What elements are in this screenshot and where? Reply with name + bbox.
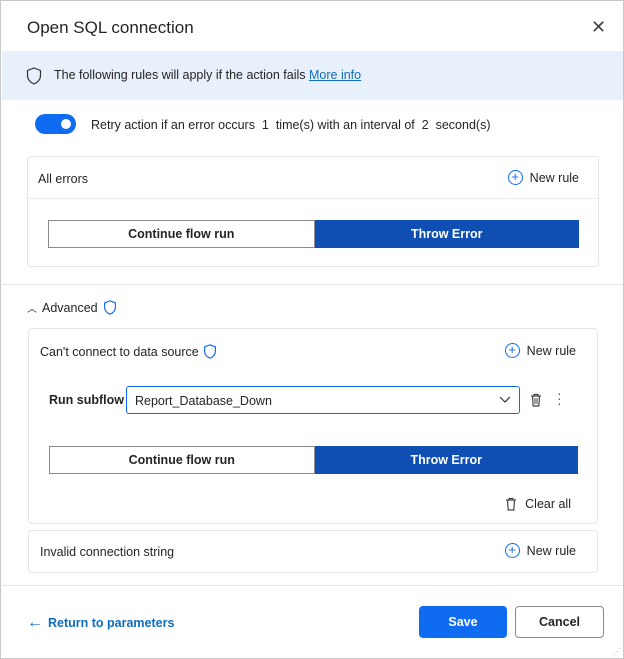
shield-icon: [203, 344, 216, 359]
return-link-label: Return to parameters: [48, 616, 175, 630]
run-subflow-label: Run subflow: [49, 393, 124, 407]
shield-icon: [103, 300, 116, 315]
error-mode-segment: Continue flow run Throw Error: [49, 446, 578, 474]
subflow-dropdown[interactable]: Report_Database_Down: [126, 386, 520, 414]
new-rule-button[interactable]: + New rule: [504, 343, 576, 358]
save-button[interactable]: Save: [419, 606, 507, 638]
info-banner: The following rules will apply if the ac…: [2, 51, 623, 100]
subflow-value: Report_Database_Down: [135, 394, 272, 408]
throw-error-option[interactable]: Throw Error: [314, 446, 578, 474]
shield-icon: [26, 67, 42, 85]
new-rule-button[interactable]: + New rule: [504, 543, 576, 558]
retry-text: Retry action if an error occurs 1 time(s…: [91, 118, 491, 132]
throw-error-option[interactable]: Throw Error: [314, 220, 579, 248]
advanced-toggle[interactable]: ︿ Advanced: [27, 300, 117, 315]
invalid-connection-title: Invalid connection string: [40, 545, 175, 559]
new-rule-label: New rule: [526, 543, 576, 558]
dialog: Open SQL connection ✕ The following rule…: [0, 0, 624, 659]
clear-all-button[interactable]: Clear all: [505, 497, 571, 511]
chevron-down-icon: [499, 396, 511, 403]
cant-connect-card: Can't connect to data source + New rule R…: [28, 328, 598, 524]
retry-middle: time(s) with an interval of: [275, 118, 415, 132]
return-to-parameters-link[interactable]: ← Return to parameters: [27, 614, 174, 632]
dialog-title: Open SQL connection: [27, 18, 194, 37]
retry-prefix: Retry action if an error occurs: [91, 118, 255, 132]
new-rule-button[interactable]: + New rule: [507, 170, 579, 185]
banner-text: The following rules will apply if the ac…: [54, 68, 306, 82]
arrow-left-icon: ←: [27, 614, 43, 631]
retry-times[interactable]: 1: [262, 118, 269, 132]
retry-interval[interactable]: 2: [422, 118, 429, 132]
new-rule-label: New rule: [526, 343, 576, 358]
delete-icon: [506, 497, 517, 511]
cancel-button[interactable]: Cancel: [515, 606, 604, 638]
clear-all-label: Clear all: [525, 497, 571, 511]
retry-suffix: second(s): [435, 118, 491, 132]
more-info-link[interactable]: More info: [309, 68, 361, 82]
new-rule-label: New rule: [529, 170, 579, 185]
delete-icon[interactable]: [530, 393, 542, 407]
plus-circle-icon: +: [504, 343, 520, 358]
all-errors-card: All errors + New rule Continue flow run T…: [27, 156, 599, 267]
continue-flow-run-option[interactable]: Continue flow run: [49, 446, 315, 474]
more-options-icon[interactable]: · · ·: [557, 386, 562, 410]
resize-grip-icon[interactable]: ⋰: [613, 647, 621, 656]
advanced-label: Advanced: [42, 300, 98, 315]
plus-circle-icon: +: [504, 543, 520, 558]
close-icon[interactable]: ✕: [591, 17, 606, 38]
invalid-connection-card: Invalid connection string + New rule: [28, 530, 598, 573]
cant-connect-title: Can't connect to data source: [40, 344, 199, 359]
retry-toggle[interactable]: [35, 114, 76, 134]
chevron-up-icon: ︿: [27, 304, 37, 315]
continue-flow-run-option[interactable]: Continue flow run: [48, 220, 315, 248]
all-errors-title: All errors: [38, 172, 89, 186]
plus-circle-icon: +: [507, 170, 523, 185]
error-mode-segment: Continue flow run Throw Error: [48, 220, 579, 248]
